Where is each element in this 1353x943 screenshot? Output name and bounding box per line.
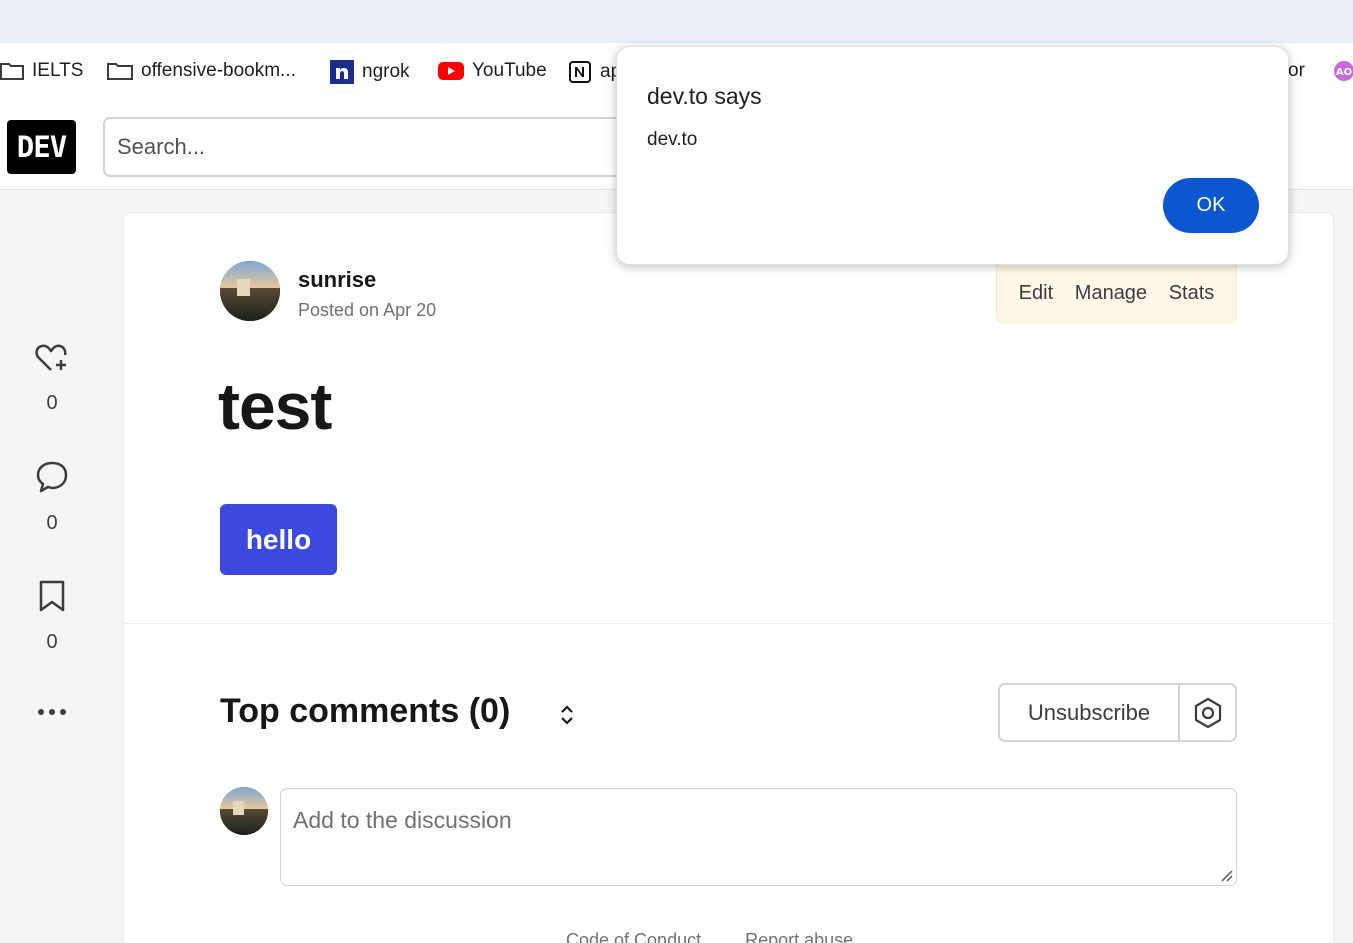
bookmark-icon <box>39 580 65 612</box>
dialog-title: dev.to says <box>647 83 762 109</box>
folder-icon <box>107 63 133 80</box>
bookmark-youtube[interactable]: YouTube <box>438 60 547 82</box>
comments-heading: Top comments (0) <box>220 692 511 730</box>
ok-button[interactable]: OK <box>1163 178 1259 233</box>
dev-logo[interactable]: DEV <box>7 120 76 174</box>
more-button[interactable] <box>20 702 84 722</box>
unsubscribe-button[interactable]: Unsubscribe <box>1000 685 1180 740</box>
comment-placeholder: Add to the discussion <box>293 807 512 833</box>
code-of-conduct-link[interactable]: Code of Conduct <box>566 930 701 943</box>
stats-link[interactable]: Stats <box>1169 282 1215 305</box>
bookmark-label: IELTS <box>32 60 84 81</box>
bookmark-offensive[interactable]: offensive-bookm... <box>107 60 296 82</box>
bookmark-ao[interactable]: AO <box>1333 60 1353 82</box>
resize-handle-icon[interactable] <box>1219 868 1233 882</box>
dialog-message: dev.to <box>647 129 698 150</box>
bookmark-or[interactable]: or <box>1288 60 1305 82</box>
bookmark-count: 0 <box>46 631 58 653</box>
comment-button[interactable]: 0 <box>20 460 84 535</box>
bookmark-ngrok[interactable]: ngrok <box>330 60 410 84</box>
comment-icon <box>36 461 68 493</box>
article-title: test <box>218 369 332 443</box>
article-divider <box>124 623 1333 624</box>
manage-link[interactable]: Manage <box>1075 282 1147 305</box>
edit-link[interactable]: Edit <box>1019 282 1053 305</box>
bookmark-ielts[interactable]: IELTS <box>0 60 83 82</box>
notion-icon <box>569 61 591 83</box>
more-dots-icon <box>38 709 66 715</box>
browser-tabstrip <box>0 0 1353 43</box>
current-user-avatar <box>220 787 268 835</box>
report-abuse-link[interactable]: Report abuse <box>745 930 853 943</box>
footer-links: Code of Conduct Report abuse <box>566 930 853 943</box>
subscription-controls: Unsubscribe <box>998 683 1237 742</box>
search-placeholder: Search... <box>117 134 206 159</box>
comment-input[interactable]: Add to the discussion <box>280 788 1237 886</box>
folder-icon <box>0 63 24 80</box>
post-date: Posted on Apr 20 <box>298 300 437 320</box>
svg-text:AO: AO <box>1336 67 1352 78</box>
settings-hex-icon <box>1194 697 1221 728</box>
heart-plus-icon <box>35 344 67 371</box>
bookmark-label: ngrok <box>362 61 410 82</box>
author-name[interactable]: sunrise <box>298 267 376 293</box>
reaction-button[interactable]: 0 <box>20 342 84 415</box>
search-input[interactable]: Search... <box>103 117 663 177</box>
bookmark-label: or <box>1288 60 1305 81</box>
ngrok-icon <box>330 60 354 84</box>
bookmark-button[interactable]: 0 <box>20 579 84 654</box>
ao-icon: AO <box>1334 61 1353 81</box>
post-actions: Edit Manage Stats <box>996 263 1237 323</box>
author-avatar[interactable] <box>220 261 280 321</box>
youtube-icon <box>438 62 464 80</box>
hello-button[interactable]: hello <box>220 504 337 575</box>
bookmark-label: YouTube <box>472 60 547 81</box>
sort-chevrons-icon[interactable] <box>557 703 577 727</box>
alert-dialog: dev.to says dev.to OK <box>616 46 1289 265</box>
subscription-settings-button[interactable] <box>1180 685 1235 740</box>
comment-count: 0 <box>46 512 58 534</box>
bookmark-notion[interactable]: ap <box>568 60 621 84</box>
bookmark-label: offensive-bookm... <box>141 60 296 81</box>
reaction-count: 0 <box>46 392 58 414</box>
